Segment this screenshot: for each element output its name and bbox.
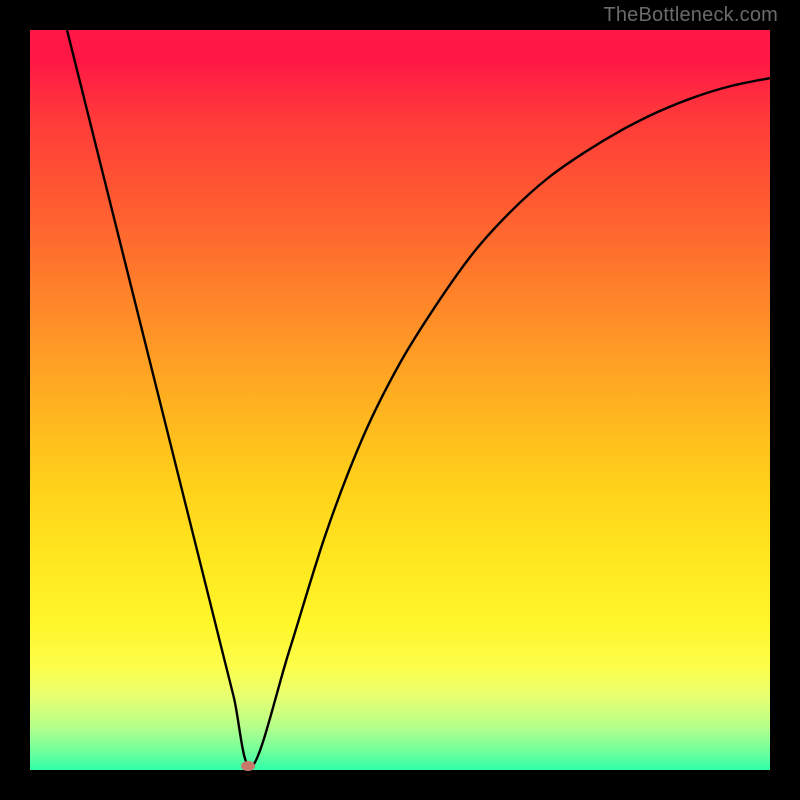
attribution-text: TheBottleneck.com bbox=[603, 4, 778, 27]
curve-layer bbox=[30, 30, 770, 770]
chart-frame: TheBottleneck.com bbox=[0, 0, 800, 800]
plot-area bbox=[30, 30, 770, 770]
bottleneck-curve bbox=[67, 30, 770, 767]
